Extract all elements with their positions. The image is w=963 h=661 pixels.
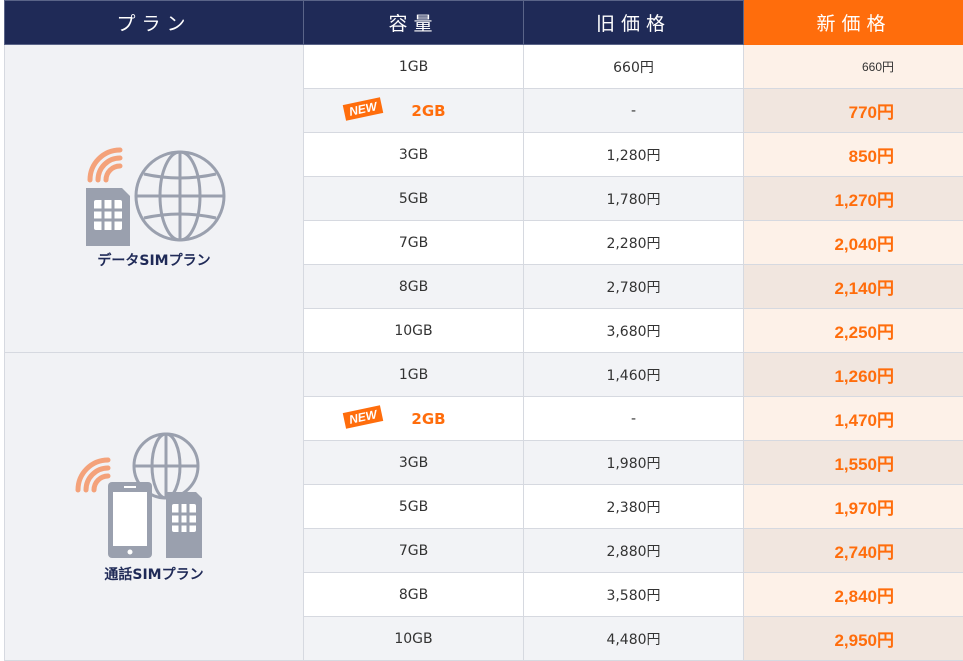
new-price-value: 2,740円 [834,543,894,562]
capacity-value: 10GB [394,631,432,647]
new-price-value: 2,140円 [834,279,894,298]
old-price-cell: 1,460円 [524,353,744,397]
old-price-cell: 1,980円 [524,441,744,485]
header-old-price: 旧価格 [524,1,744,45]
old-price-cell: - [524,397,744,441]
new-price-cell: 1,260円 [744,353,963,397]
capacity-value: 7GB [399,235,428,251]
capacity-cell: 8GB [304,573,524,617]
old-price-cell: 2,780円 [524,265,744,309]
table-row: 通話SIMプラン1GB1,460円1,260円 [5,353,963,397]
capacity-cell: 1GB [304,353,524,397]
table-header-row: プラン 容量 旧価格 新価格 [5,1,963,45]
table-body: データSIMプラン 1GB 660円 660円 NEW 2GB - 770円 3GB 1,280円… [5,45,963,661]
old-price-cell: 660円 [524,45,744,89]
plan-label: 通話SIMプラン [5,564,303,584]
new-price-value: 1,260円 [834,367,894,386]
new-price-cell: 850円 [744,133,963,177]
header-plan: プラン [5,1,304,45]
new-price-cell: 2,740円 [744,529,963,573]
new-price-value: 2,950円 [834,631,894,650]
new-price-cell: 2,950円 [744,617,963,661]
old-price-cell: - [524,89,744,133]
new-price-value: 1,270円 [834,191,894,210]
capacity-cell: NEW 2GB [304,397,524,441]
price-table-page: プラン 容量 旧価格 新価格 データSIMプラン 1GB 660円 660円 NEW 2G… [0,0,963,658]
capacity-value: 7GB [399,543,428,559]
new-badge: NEW [343,405,383,429]
new-price-cell: 770円 [744,89,963,133]
new-price-value: 1,970円 [834,499,894,518]
plan-cell: データSIMプラン [5,45,304,353]
new-price-cell: 660円 [744,45,963,89]
new-price-value: 850円 [849,147,894,166]
capacity-cell: 3GB [304,133,524,177]
capacity-value: 2GB [411,410,445,428]
old-price-cell: 3,680円 [524,309,744,353]
capacity-cell: 7GB [304,221,524,265]
new-price-value: 660円 [862,60,894,74]
new-price-cell: 2,250円 [744,309,963,353]
old-price-cell: 2,880円 [524,529,744,573]
capacity-value: 1GB [399,367,428,383]
new-price-value: 770円 [849,103,894,122]
new-price-cell: 1,970円 [744,485,963,529]
capacity-value: 5GB [399,499,428,515]
data-sim-globe-icon [5,128,303,248]
capacity-value: 3GB [399,455,428,471]
new-price-value: 1,550円 [834,455,894,474]
new-price-cell: 1,470円 [744,397,963,441]
new-price-cell: 2,040円 [744,221,963,265]
new-price-value: 2,040円 [834,235,894,254]
old-price-cell: 1,780円 [524,177,744,221]
old-price-cell: 2,280円 [524,221,744,265]
new-price-cell: 1,550円 [744,441,963,485]
table-row: データSIMプラン1GB660円660円 [5,45,963,89]
old-price-cell: 2,380円 [524,485,744,529]
new-price-value: 1,470円 [834,411,894,430]
capacity-cell: 5GB [304,485,524,529]
old-price-cell: 3,580円 [524,573,744,617]
capacity-cell: 10GB [304,309,524,353]
capacity-cell: 8GB [304,265,524,309]
header-new-price: 新価格 [744,1,963,45]
new-badge: NEW [343,97,383,121]
capacity-value: 8GB [399,587,428,603]
old-price-cell: 1,280円 [524,133,744,177]
capacity-value: 2GB [411,102,445,120]
new-price-cell: 2,140円 [744,265,963,309]
capacity-cell: 10GB [304,617,524,661]
capacity-value: 5GB [399,191,428,207]
capacity-value: 8GB [399,279,428,295]
capacity-cell: 7GB [304,529,524,573]
capacity-value: 10GB [394,323,432,339]
capacity-cell: 5GB [304,177,524,221]
header-capacity: 容量 [304,1,524,45]
new-price-value: 2,840円 [834,587,894,606]
capacity-cell: 3GB [304,441,524,485]
new-price-value: 2,250円 [834,323,894,342]
capacity-value: 3GB [399,147,428,163]
new-price-cell: 1,270円 [744,177,963,221]
old-price-cell: 4,480円 [524,617,744,661]
voice-sim-phone-icon [5,430,303,562]
plan-cell: 通話SIMプラン [5,353,304,661]
new-price-cell: 2,840円 [744,573,963,617]
price-table: プラン 容量 旧価格 新価格 データSIMプラン 1GB 660円 660円 NEW 2G… [4,0,963,661]
capacity-cell: 1GB [304,45,524,89]
capacity-cell: NEW 2GB [304,89,524,133]
capacity-value: 1GB [399,59,428,75]
plan-label: データSIMプラン [5,250,303,270]
